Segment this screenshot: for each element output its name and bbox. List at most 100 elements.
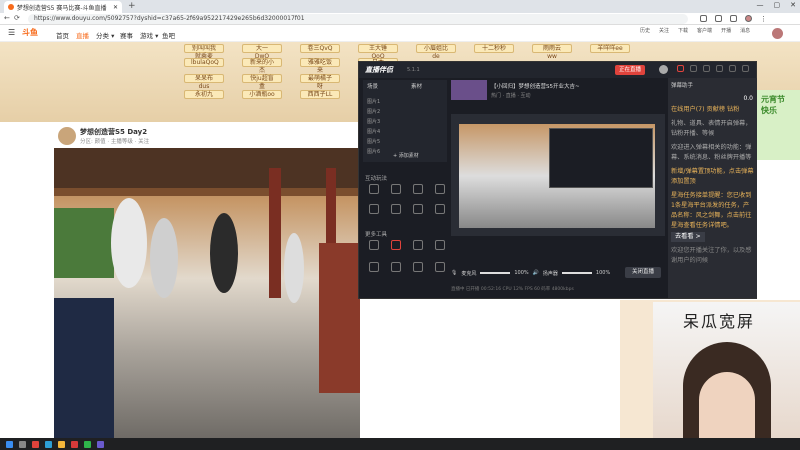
new-tab-button[interactable]: + [128,1,136,11]
name-chip[interactable]: 王大锤QoQ [358,44,398,60]
bookmark-icon[interactable] [715,15,722,22]
start-icon[interactable] [6,440,13,448]
tool-pk-icon[interactable] [413,184,423,194]
chat-link-button[interactable]: 去看看 > [671,232,705,242]
minimize-icon[interactable] [729,65,736,72]
nav-yuba[interactable]: 鱼吧 [162,30,175,40]
layer-item[interactable]: 图片3 [367,118,380,125]
browser-tab-active[interactable]: 梦想创造营S5 赛马比赛-斗鱼直播 ✕ [4,1,122,13]
name-chip[interactable]: 雅雅吃饭来 [300,58,340,74]
refresh-icon[interactable]: ⟳ [14,14,20,22]
search-icon[interactable] [19,440,26,448]
nav-live[interactable]: 直播 [76,30,89,40]
layer-item[interactable]: 图片1 [367,98,380,105]
download-button[interactable]: 下载 [678,27,688,34]
tool-sticker-icon[interactable] [413,204,423,214]
minimize-button[interactable]: — [757,1,764,9]
url-input[interactable]: https://www.douyu.com/5092757?dyshid=c37… [28,14,688,24]
store-icon[interactable] [97,440,104,448]
streamer-avatar[interactable] [58,127,76,145]
name-chip[interactable]: 小酒瓶oo [242,90,282,99]
mic-icon[interactable]: 🎙 [451,270,457,276]
name-chip[interactable]: 羊咩咩ee [590,44,630,53]
name-chip[interactable]: 小眉姐比de [416,44,456,60]
side-promo[interactable]: 元宵节 快乐 [757,90,800,160]
nav-events[interactable]: 赛事 [120,30,133,40]
menu-icon[interactable]: ☰ [8,28,15,37]
app-icon[interactable] [71,440,78,448]
tool-notice-icon[interactable] [413,262,423,272]
folder-icon[interactable] [58,440,65,448]
name-chip[interactable]: 最萌橘子呀 [300,74,340,90]
nav-home[interactable]: 首页 [56,30,69,40]
stream-cover-thumb[interactable] [451,80,487,100]
tool-vote-icon[interactable] [435,184,445,194]
name-chip[interactable]: 雨雨云ww [532,44,572,60]
app-user-avatar[interactable] [659,65,668,74]
messages-button[interactable]: 消息 [740,27,750,34]
name-chip[interactable]: 十二秒秒 [474,44,514,53]
name-chip[interactable]: 快ju超盲盒 [242,74,282,90]
tool-record-icon[interactable] [369,240,379,250]
message-icon[interactable] [690,65,697,72]
layer-item[interactable]: 图片4 [367,128,380,135]
tab-close-icon[interactable]: ✕ [113,4,118,11]
download-icon[interactable] [730,15,737,22]
tool-voice-icon[interactable] [435,204,445,214]
name-chip[interactable]: 大一DwO [242,44,282,60]
name-chip[interactable]: 永初九 [184,90,224,99]
scene-tab[interactable]: 场景 [367,82,378,90]
chrome-icon[interactable] [32,440,39,448]
tool-danmu-icon[interactable] [391,184,401,194]
close-window-button[interactable]: ✕ [790,1,796,9]
stop-live-button[interactable]: 关闭直播 [625,267,661,278]
tool-filter-icon[interactable] [391,204,401,214]
back-icon[interactable]: ← [4,14,10,22]
material-tab[interactable]: 素材 [411,82,422,90]
edge-icon[interactable] [45,440,52,448]
layer-item[interactable]: 图片6 [367,148,380,155]
settings-icon[interactable] [703,65,710,72]
add-source-button[interactable]: + 添加素材 [393,152,419,159]
stream-preview[interactable] [451,114,665,236]
mic-slider[interactable] [480,272,511,274]
name-chip[interactable]: 别叫叫我就乘麦 [184,44,224,60]
browser-menu-icon[interactable]: ⋮ [760,15,767,23]
nav-games[interactable]: 游戏 ▾ [140,30,158,40]
profile-avatar[interactable] [745,15,752,22]
banner-chip-row-3: 呆呆布dus 快ju超盲盒 最萌橘子呀 [184,74,340,90]
tool-gift-icon[interactable] [369,184,379,194]
layer-item[interactable]: 图片5 [367,138,380,145]
speaker-slider[interactable] [561,272,592,274]
history-button[interactable]: 历史 [640,27,650,34]
name-chip[interactable]: 新来的小杰 [242,58,282,74]
tool-beauty-icon[interactable] [369,204,379,214]
tool-room-icon[interactable] [435,262,445,272]
chat-line: 礼物、道具、表情开启弹幕，钻粉开播、等候 [671,120,752,137]
start-live-button[interactable]: 开播 [721,27,731,34]
name-chip[interactable]: 西西子LL [300,90,340,99]
nav-category[interactable]: 分类 ▾ [96,30,114,40]
tool-shop-icon[interactable] [391,262,401,272]
user-avatar[interactable] [772,28,783,39]
tool-screenshot-icon[interactable] [391,240,401,250]
name-chip[interactable]: 卷三QvQ [300,44,340,53]
name-chip[interactable]: 呆呆布dus [184,74,224,90]
douyu-logo[interactable]: 斗鱼 [22,27,38,38]
follow-list-button[interactable]: 关注 [659,27,669,34]
speaker-icon[interactable]: 🔊 [533,270,539,276]
client-button[interactable]: 客户端 [697,27,712,34]
tool-settings-icon[interactable] [413,240,423,250]
tool-task-icon[interactable] [369,262,379,272]
layer-item[interactable]: 图片2 [367,108,380,115]
notification-icon[interactable] [677,65,684,72]
maximize-button[interactable]: ▢ [774,1,781,9]
live-video-player[interactable] [54,148,360,438]
stream-title[interactable]: 【小回归】梦想创造营S5开业大吉~ [491,82,580,90]
wechat-icon[interactable] [84,440,91,448]
extension-icon[interactable] [700,15,707,22]
menu-icon[interactable] [716,65,723,72]
close-icon[interactable] [742,65,749,72]
name-chip[interactable]: lbulaQoQ [184,58,224,67]
tool-share-icon[interactable] [435,240,445,250]
